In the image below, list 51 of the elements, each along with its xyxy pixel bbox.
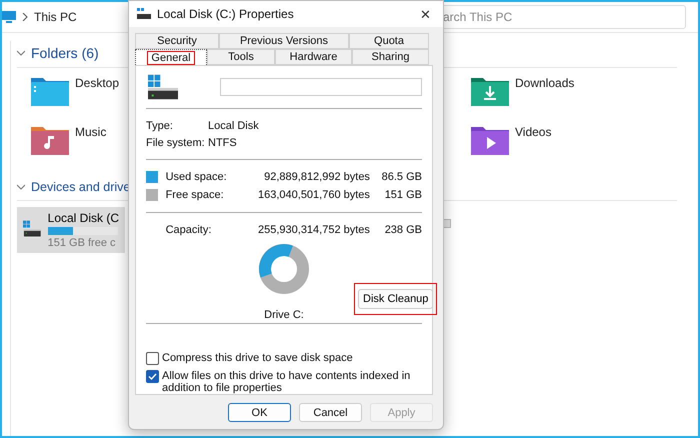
space-size: 86.5 GB [380,171,422,183]
disk-cleanup-button[interactable]: Disk Cleanup [358,289,434,309]
folder-name[interactable]: Downloads [515,76,574,90]
folder-name[interactable]: Music [75,125,106,139]
tab[interactable]: Sharing [352,49,429,65]
tab[interactable]: General [135,49,207,65]
folder-name[interactable]: Videos [515,125,552,139]
download-folder-icon[interactable] [471,76,509,106]
drive-name-field[interactable] [220,78,422,96]
music-folder-icon[interactable] [31,125,69,155]
space-label: Free space: [166,189,225,201]
checkbox-label[interactable]: Compress this drive to save disk space [162,352,353,364]
capacity-bytes: 255,930,314,752 bytes [257,224,370,236]
window-title: Local Disk (C:) Properties [157,7,294,21]
drive-item[interactable]: Local Disk (C 151 GB free c [17,207,125,253]
chevron-icon[interactable] [17,184,25,190]
checkbox[interactable] [146,352,159,365]
tab[interactable]: Tools [207,49,275,65]
folder-icon[interactable] [31,76,69,106]
info-value: NTFS [208,136,237,148]
tab[interactable]: Quota [349,33,429,49]
checkbox-label[interactable]: Allow files on this drive to have contents indexed in addition to file properties [162,370,422,394]
capacity-size: 238 GB [384,224,422,236]
breadcrumb-item[interactable]: This PC [34,10,77,24]
space-bytes: 92,889,812,992 bytes [263,171,370,183]
checkbox[interactable] [146,370,159,383]
info-label: File system: [146,136,206,148]
chevron-icon[interactable] [17,50,25,56]
drive-label: Drive C: [264,309,304,321]
tab[interactable]: Hardware [275,49,352,65]
capacity-label: Capacity: [166,224,212,236]
space-label: Used space: [166,171,228,183]
space-size: 151 GB [384,189,422,201]
computer-icon [2,11,16,23]
drive-icon [148,74,178,100]
drive-icon [137,8,151,20]
dialog-button[interactable]: Cancel [299,403,362,422]
tab[interactable]: Security [135,33,219,49]
close-button[interactable]: ✕ [416,6,435,22]
folder-name[interactable]: Desktop [75,76,120,90]
chevron-icon [22,13,28,21]
usage-bar [48,227,118,235]
tab[interactable]: Previous Versions [219,33,349,49]
space-bytes: 163,040,501,760 bytes [257,189,370,201]
drive-name: Local Disk (C [48,211,119,225]
section-header[interactable]: Folders (6) [31,45,99,61]
dialog-button[interactable]: OK [228,403,291,422]
info-value: Local Disk [208,120,259,132]
free-space-text: 151 GB free c [48,237,117,249]
info-label: Type: [146,120,174,132]
video-folder-icon[interactable] [471,125,509,155]
